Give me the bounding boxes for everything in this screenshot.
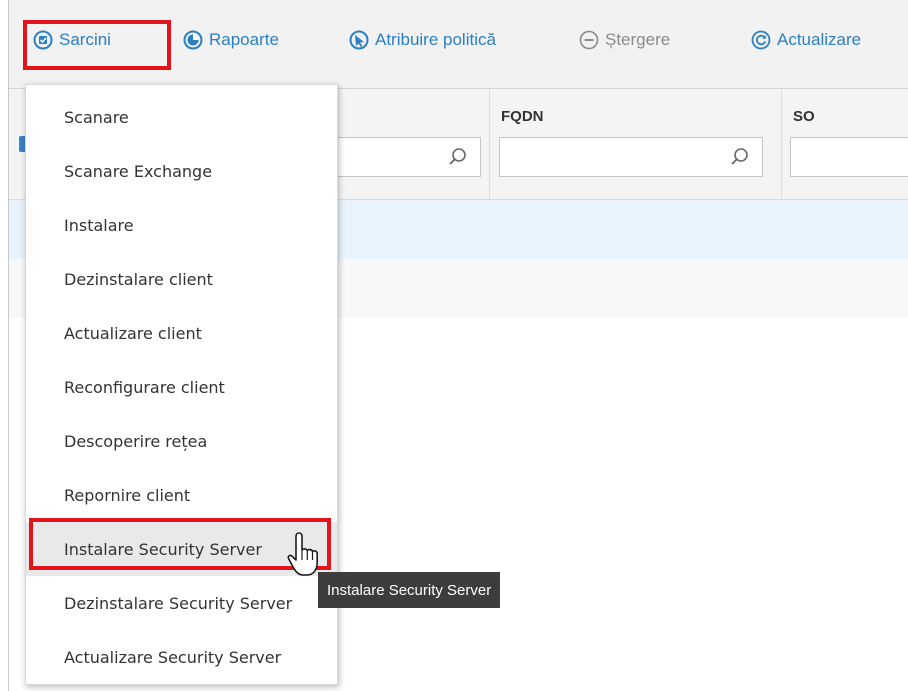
hand-cursor-icon: [287, 532, 318, 576]
tasks-dropdown-menu: Scanare Scanare Exchange Instalare Dezin…: [25, 84, 338, 685]
reports-label: Rapoarte: [209, 30, 279, 49]
menu-item-exchange-scan[interactable]: Scanare Exchange: [26, 144, 337, 198]
menu-item-label: Actualizare Security Server: [64, 647, 282, 667]
menu-item-update-security-server[interactable]: Actualizare Security Server: [26, 630, 337, 684]
minus-circle-icon: [579, 30, 599, 50]
assign-policy-label: Atribuire politică: [375, 30, 496, 49]
column-title-fqdn[interactable]: FQDN: [501, 108, 544, 125]
reports-button[interactable]: Rapoarte: [183, 30, 279, 50]
menu-item-reconfigure-client[interactable]: Reconfigurare client: [26, 360, 337, 414]
fqdn-filter-input[interactable]: [499, 137, 763, 177]
refresh-icon: [751, 30, 771, 50]
tasks-highlight-box: [23, 20, 171, 70]
menu-item-label: Dezinstalare Security Server: [64, 593, 293, 613]
column-divider: [489, 89, 490, 199]
menu-item-label: Actualizare client: [64, 323, 202, 343]
menu-item-label: Scanare Exchange: [64, 161, 213, 181]
menu-item-label: Dezinstalare client: [64, 269, 213, 289]
menu-item-label: Reconfigurare client: [64, 377, 225, 397]
reports-icon: [183, 30, 203, 50]
menu-item-uninstall-client[interactable]: Dezinstalare client: [26, 252, 337, 306]
search-icon: [731, 148, 748, 165]
menu-item-network-discovery[interactable]: Descoperire rețea: [26, 414, 337, 468]
policy-assign-icon: [349, 30, 369, 50]
menu-item-label: Instalare: [64, 215, 134, 235]
menu-item-update-client[interactable]: Actualizare client: [26, 306, 337, 360]
menu-item-uninstall-security-server[interactable]: Dezinstalare Security Server: [26, 576, 337, 630]
delete-label: Ștergere: [605, 30, 671, 49]
menu-item-label: Repornire client: [64, 485, 191, 505]
menu-item-label: Scanare: [64, 107, 129, 127]
refresh-button[interactable]: Actualizare: [751, 30, 861, 50]
menu-item-scan[interactable]: Scanare: [26, 90, 337, 144]
menu-item-restart-client[interactable]: Repornire client: [26, 468, 337, 522]
os-filter-input[interactable]: [790, 137, 908, 177]
menu-item-label: Descoperire rețea: [64, 431, 208, 451]
column-divider: [781, 89, 782, 199]
toolbar: Sarcini Rapoarte Atribuire politică Șter…: [9, 0, 908, 89]
refresh-label: Actualizare: [777, 30, 862, 49]
delete-button[interactable]: Ștergere: [579, 30, 670, 50]
tooltip: Instalare Security Server: [318, 572, 501, 608]
column-title-os[interactable]: SO: [793, 108, 815, 125]
menu-item-install[interactable]: Instalare: [26, 198, 337, 252]
search-icon: [449, 148, 466, 165]
assign-policy-button[interactable]: Atribuire politică: [349, 30, 496, 50]
